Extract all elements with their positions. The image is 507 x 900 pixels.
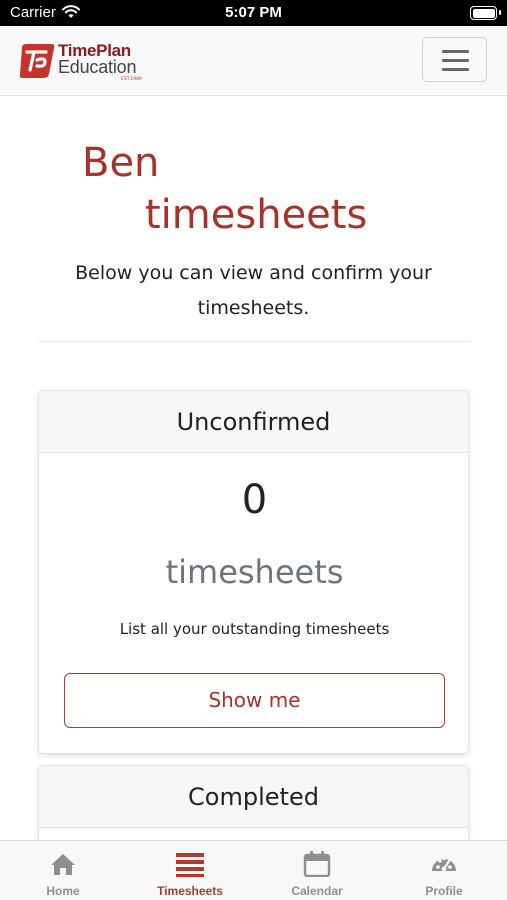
top-navbar: TimePlan Education EST.1989 — [0, 26, 507, 96]
unconfirmed-count: 0 — [241, 477, 268, 523]
tab-calendar[interactable]: Calendar — [254, 841, 380, 900]
tab-home[interactable]: Home — [0, 841, 126, 900]
show-me-button[interactable]: Show me — [64, 673, 445, 728]
user-name: Ben — [82, 140, 160, 186]
logo-est: EST.1989 — [121, 77, 142, 82]
tab-label: Calendar — [291, 884, 343, 898]
clock: 5:07 PM — [225, 4, 282, 21]
logo-line-2: Education — [58, 57, 137, 77]
tab-label: Timesheets — [157, 884, 223, 898]
card-description: List all your outstanding timesheets — [119, 620, 390, 638]
app-screen: Carrier 5:07 PM TimePlan Education EST.1… — [0, 0, 507, 900]
unconfirmed-card: Unconfirmed 0 timesheets List all your o… — [38, 390, 469, 754]
status-bar: Carrier 5:07 PM — [0, 0, 507, 26]
list-icon — [176, 853, 204, 877]
page-title: timesheets — [145, 192, 368, 238]
intro-text: Below you can view and confirm your time… — [75, 262, 432, 319]
battery-icon — [470, 6, 501, 20]
tab-label: Profile — [425, 884, 463, 898]
tab-timesheets[interactable]: Timesheets — [127, 841, 253, 900]
tab-profile[interactable]: Profile — [381, 841, 507, 900]
dashboard-icon — [432, 856, 456, 872]
count-unit: timesheets — [165, 553, 344, 591]
bottom-tab-bar: Home Timesheets Calendar Profile — [0, 840, 507, 900]
divider — [38, 341, 469, 342]
tab-label: Home — [46, 884, 80, 898]
card-header: Unconfirmed — [39, 391, 468, 453]
timeplan-logo-mark-icon — [19, 44, 55, 78]
home-icon — [51, 854, 75, 875]
card-header: Completed — [39, 766, 468, 828]
timeplan-logo[interactable]: TimePlan Education EST.1989 — [18, 40, 158, 84]
calendar-icon — [303, 851, 331, 877]
menu-toggle-button[interactable] — [422, 37, 487, 82]
